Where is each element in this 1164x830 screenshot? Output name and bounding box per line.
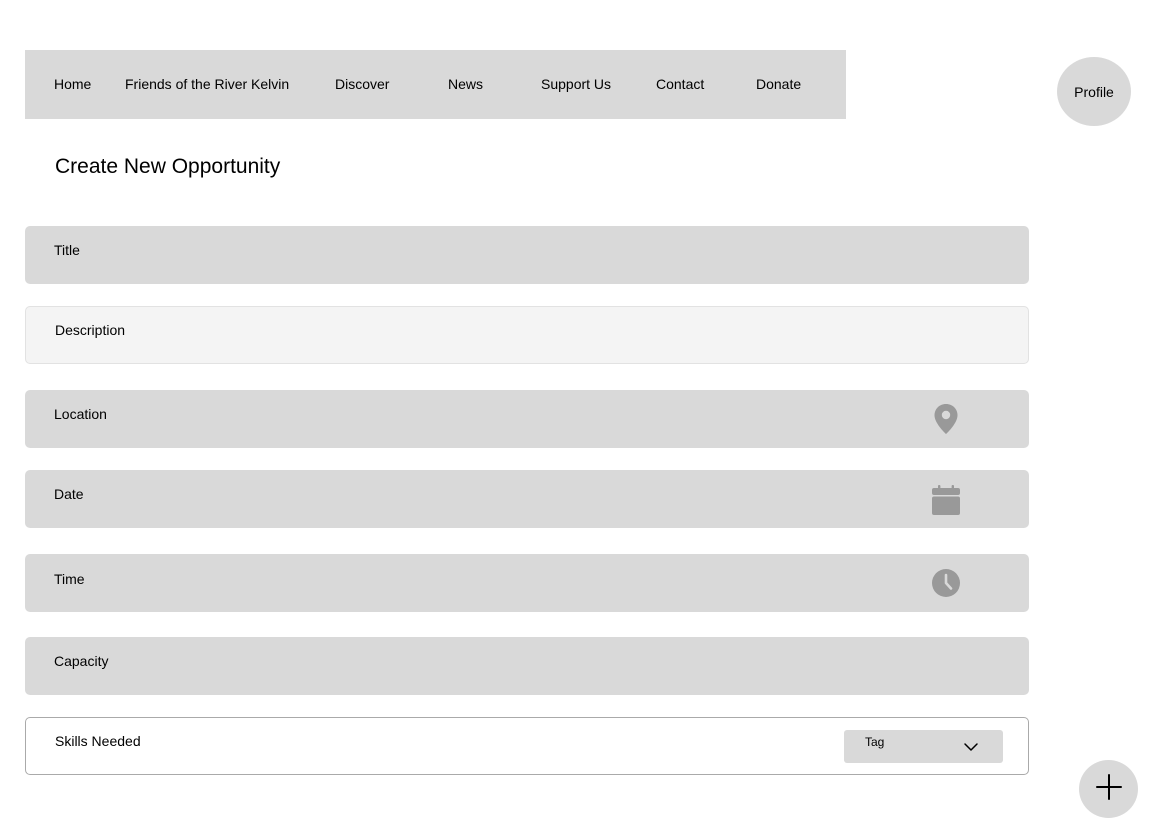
tag-dropdown[interactable]: Tag — [844, 730, 1003, 763]
nav-item-friends-of-the-river-kelvin[interactable]: Friends of the River Kelvin — [125, 50, 289, 119]
description-field-label: Description — [55, 322, 126, 338]
title-field[interactable]: Title — [25, 226, 1029, 284]
capacity-field[interactable]: Capacity — [25, 637, 1029, 695]
time-field[interactable]: Time — [25, 554, 1029, 612]
title-field-label: Title — [54, 242, 80, 258]
nav-item-donate[interactable]: Donate — [756, 50, 801, 119]
plus-icon — [1095, 773, 1122, 805]
skills-needed-label: Skills Needed — [55, 733, 141, 749]
clock-icon — [931, 567, 961, 599]
capacity-field-label: Capacity — [54, 653, 109, 669]
date-field-label: Date — [54, 486, 84, 502]
nav-item-support-us[interactable]: Support Us — [541, 50, 611, 119]
add-button[interactable] — [1079, 760, 1138, 818]
nav-item-discover[interactable]: Discover — [335, 50, 389, 119]
skills-needed-field: Skills Needed Tag — [25, 717, 1029, 775]
nav-item-home[interactable]: Home — [54, 50, 91, 119]
date-field[interactable]: Date — [25, 470, 1029, 528]
nav-item-contact[interactable]: Contact — [656, 50, 704, 119]
nav-item-news[interactable]: News — [448, 50, 483, 119]
chevron-down-icon — [963, 740, 979, 754]
page-title: Create New Opportunity — [55, 155, 281, 178]
tag-dropdown-value: Tag — [865, 735, 885, 749]
description-field[interactable]: Description — [25, 306, 1029, 364]
time-field-label: Time — [54, 571, 85, 587]
calendar-icon — [931, 484, 961, 516]
location-field-label: Location — [54, 406, 107, 422]
location-field[interactable]: Location — [25, 390, 1029, 448]
map-pin-icon — [931, 403, 961, 435]
profile-label: Profile — [1074, 83, 1114, 100]
profile-button[interactable]: Profile — [1057, 57, 1131, 126]
main-navbar: Home Friends of the River Kelvin Discove… — [25, 50, 846, 119]
